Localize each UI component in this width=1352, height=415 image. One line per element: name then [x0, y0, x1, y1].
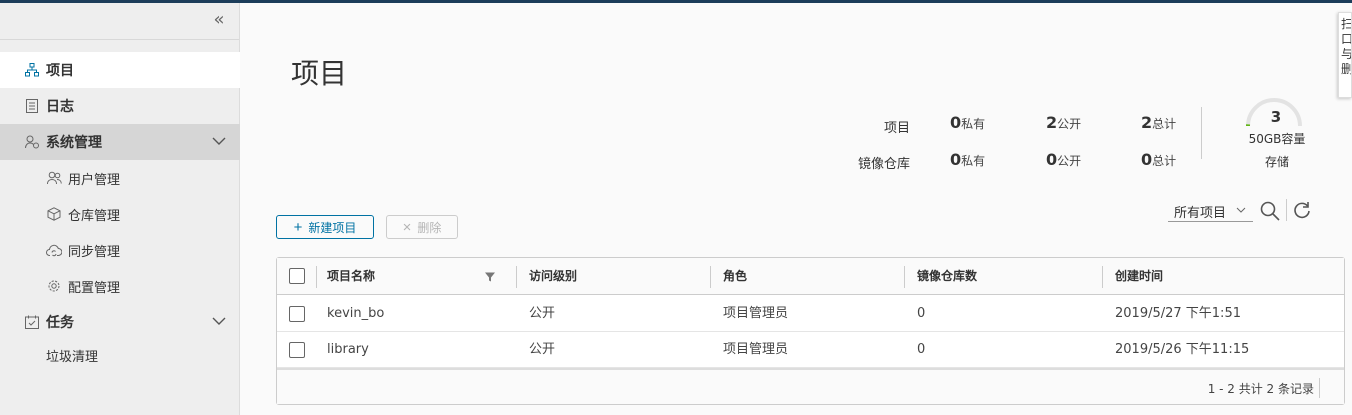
project-filter-select[interactable]: 所有项目 [1168, 200, 1253, 222]
cell-created: 2019/5/27 下午1:51 [1115, 306, 1241, 321]
footer-separator [1319, 378, 1320, 398]
project-tree-icon [24, 62, 40, 78]
users-icon [46, 170, 62, 186]
refresh-icon[interactable] [1292, 200, 1312, 220]
project-name-link[interactable]: kevin_bo [327, 296, 384, 332]
stat-repos-private: 0私有 [950, 150, 986, 169]
sidebar-item-repo-management[interactable]: 仓库管理 [0, 196, 240, 232]
pagination-summary: 1 - 2 共计 2 条记录 [1207, 382, 1314, 396]
cell-created: 2019/5/26 下午11:15 [1115, 342, 1250, 357]
column-separator [1102, 266, 1103, 288]
sidebar-item-label: 仓库管理 [68, 208, 121, 224]
log-icon [24, 98, 40, 114]
column-header-access[interactable]: 访问级别 [529, 258, 577, 294]
column-separator [316, 266, 317, 288]
cell-role: 项目管理员 [723, 306, 789, 321]
column-separator [516, 266, 517, 288]
stat-projects-total: 2总计 [1141, 113, 1177, 132]
chevron-down-icon[interactable] [212, 314, 228, 330]
stat-repos-total: 0总计 [1141, 150, 1177, 169]
plus-icon: + [293, 218, 303, 236]
chevron-down-icon[interactable] [212, 134, 228, 150]
column-header-role[interactable]: 角色 [723, 258, 747, 294]
sidebar-item-label: 任务 [46, 315, 74, 331]
toolbar-separator [1286, 199, 1287, 221]
sidebar-item-garbage-collection[interactable]: 垃圾清理 [46, 340, 98, 376]
storage-capacity: 50GB容量 [1248, 132, 1306, 146]
stat-repos-public: 0公开 [1046, 150, 1082, 169]
sidebar-item-label: 同步管理 [68, 244, 121, 260]
side-drawer-tab[interactable]: 扫口与删 [1338, 12, 1352, 98]
stat-label-projects: 项目 [883, 121, 910, 136]
stat-projects-private: 0私有 [950, 113, 986, 132]
column-header-name[interactable]: 项目名称 [327, 258, 375, 294]
cube-icon [46, 206, 62, 222]
column-separator [904, 266, 905, 288]
new-project-button[interactable]: + 新建项目 [276, 215, 374, 239]
cell-role: 项目管理员 [723, 342, 789, 357]
page-title: 项目 [291, 57, 348, 90]
projects-table: 项目名称 访问级别 角色 镜像仓库数 创建时间 kevin_bo 公开 项目管理… [276, 257, 1345, 405]
chevron-down-icon [1236, 207, 1246, 213]
cell-access: 公开 [529, 306, 556, 321]
user-settings-icon [24, 134, 40, 150]
storage-value: 3 [1270, 108, 1282, 126]
cloud-sync-icon [46, 242, 62, 258]
column-separator [710, 266, 711, 288]
sidebar-item-user-management[interactable]: 用户管理 [0, 160, 240, 196]
sidebar-item-label: 项目 [46, 63, 74, 79]
column-header-created[interactable]: 创建时间 [1115, 258, 1163, 294]
sidebar-group-tasks[interactable]: 任务 [0, 304, 240, 340]
row-checkbox[interactable] [289, 342, 305, 358]
cell-repo-count: 0 [917, 342, 926, 357]
table-row[interactable]: kevin_bo 公开 项目管理员 0 2019/5/27 下午1:51 [277, 296, 1344, 332]
sidebar-item-label: 用户管理 [68, 172, 121, 188]
cell-repo-count: 0 [917, 306, 926, 321]
delete-button[interactable]: × 删除 [386, 215, 458, 239]
sidebar-item-logs[interactable]: 日志 [0, 88, 240, 124]
sidebar-item-label: 系统管理 [46, 135, 102, 151]
filter-icon[interactable] [484, 271, 496, 283]
sidebar-item-label: 配置管理 [68, 280, 121, 296]
select-all-checkbox[interactable] [289, 268, 305, 284]
gear-icon [46, 278, 62, 294]
search-icon[interactable] [1259, 200, 1281, 222]
table-footer: 1 - 2 共计 2 条记录 [277, 368, 1344, 404]
row-checkbox[interactable] [289, 306, 305, 322]
table-row[interactable]: library 公开 项目管理员 0 2019/5/26 下午11:15 [277, 332, 1344, 368]
sidebar-item-projects[interactable]: 项目 [0, 52, 240, 88]
cell-access: 公开 [529, 342, 556, 357]
sidebar-group-system-admin[interactable]: 系统管理 [0, 124, 240, 160]
sidebar-item-replication[interactable]: 同步管理 [0, 232, 240, 268]
calendar-check-icon [24, 314, 40, 330]
table-header: 项目名称 访问级别 角色 镜像仓库数 创建时间 [277, 258, 1344, 295]
sidebar-collapse-row: « [0, 3, 239, 40]
sidebar: « 项目 日志 系统管理 用户管理 仓库管理 同步管理 配置管理 任务 垃圾清理 [0, 3, 240, 415]
close-icon: × [402, 218, 412, 236]
sidebar-item-label: 日志 [46, 99, 74, 115]
stat-label-repos: 镜像仓库 [857, 157, 910, 172]
column-header-repo-count[interactable]: 镜像仓库数 [917, 258, 977, 294]
project-name-link[interactable]: library [327, 332, 369, 368]
sidebar-item-configuration[interactable]: 配置管理 [0, 268, 240, 304]
stats-divider [1201, 107, 1202, 159]
side-tab-text: 扫口与删 [1341, 17, 1352, 76]
storage-label: 存储 [1264, 155, 1289, 169]
stat-projects-public: 2公开 [1046, 113, 1082, 132]
double-chevron-left-icon[interactable]: « [209, 9, 229, 31]
